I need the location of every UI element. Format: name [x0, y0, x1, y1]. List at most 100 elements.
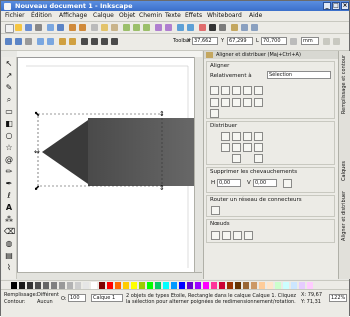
distribute-center-h-icon[interactable] [232, 132, 241, 141]
lock-ratio-icon[interactable] [290, 38, 297, 45]
lower-to-bottom-icon[interactable] [111, 38, 118, 45]
randomize-icon[interactable] [232, 154, 241, 163]
palette-swatch[interactable] [283, 282, 289, 289]
3d-box-tool-icon[interactable]: ◧ [4, 119, 14, 129]
palette-swatch[interactable] [155, 282, 161, 289]
palette-swatch[interactable] [243, 282, 249, 289]
zoom-drawing-icon[interactable] [133, 24, 140, 31]
nodes-distribute-v-icon[interactable] [244, 231, 253, 240]
align-distribute-icon[interactable] [231, 24, 238, 31]
palette-swatch[interactable] [107, 282, 113, 289]
palette-swatch[interactable] [123, 282, 129, 289]
undo-icon[interactable] [69, 24, 76, 31]
menu-chemin[interactable]: Chemin [139, 12, 162, 19]
distribute-right-icon[interactable] [243, 132, 252, 141]
close-icon[interactable]: × [341, 2, 349, 10]
flip-vertical-icon[interactable] [69, 38, 76, 45]
align-bottom-edges-icon[interactable] [210, 98, 219, 107]
print-icon[interactable] [35, 24, 42, 31]
y-field[interactable]: 67,299 [227, 37, 253, 45]
palette-swatch[interactable] [171, 282, 177, 289]
distribute-center-v-icon[interactable] [232, 143, 241, 152]
rotate-ccw-icon[interactable] [37, 38, 44, 45]
cut-icon[interactable] [101, 24, 108, 31]
copy-icon[interactable] [91, 24, 98, 31]
relative-select[interactable]: Sélection [267, 71, 331, 79]
zoom-tool-icon[interactable]: ⌕ [4, 95, 14, 105]
handle-sw-icon[interactable]: ⬋ [34, 184, 40, 192]
w-field[interactable]: 70,700 [261, 37, 287, 45]
nodes-distribute-h-icon[interactable] [233, 231, 242, 240]
select-all-layers-icon[interactable] [15, 38, 22, 45]
star-tool-icon[interactable]: ☆ [4, 143, 14, 153]
open-folder-icon[interactable] [15, 24, 22, 31]
fill-stroke-icon[interactable] [199, 24, 206, 31]
align-right-edges-icon[interactable] [254, 86, 263, 95]
distribute-gaps-v-icon[interactable] [254, 143, 263, 152]
scale-stroke-icon[interactable] [323, 38, 330, 45]
redo-icon[interactable] [79, 24, 86, 31]
pen-tool-icon[interactable]: ✒ [4, 179, 14, 189]
palette-swatch[interactable] [259, 282, 265, 289]
text-tool-icon[interactable]: A [4, 203, 14, 213]
handle-n-icon[interactable]: ⇕ [159, 110, 165, 118]
palette-swatch[interactable] [19, 282, 25, 289]
spray-tool-icon[interactable]: ⁂ [4, 215, 14, 225]
x-field[interactable]: 37,662 [192, 37, 218, 45]
raise-icon[interactable] [91, 38, 98, 45]
gradient-tool-icon[interactable]: ▤ [4, 251, 14, 261]
unclump-icon[interactable] [254, 154, 263, 163]
palette-swatch[interactable] [43, 282, 49, 289]
paint-bucket-tool-icon[interactable]: ◍ [4, 239, 14, 249]
spiral-tool-icon[interactable]: @ [4, 155, 14, 165]
palette-swatch[interactable] [27, 282, 33, 289]
palette-swatch[interactable] [51, 282, 57, 289]
overlap-v-field[interactable]: 0,00 [253, 179, 277, 187]
palette-swatch[interactable] [275, 282, 281, 289]
palette-swatch[interactable] [235, 282, 241, 289]
select-all-icon[interactable] [5, 38, 12, 45]
palette-swatch[interactable] [251, 282, 257, 289]
rectangle-tool-icon[interactable]: ▭ [4, 107, 14, 117]
preferences-icon[interactable] [241, 24, 248, 31]
palette-swatch[interactable] [267, 282, 273, 289]
palette-swatch[interactable] [131, 282, 137, 289]
palette-swatch[interactable] [139, 282, 145, 289]
paste-icon[interactable] [111, 24, 118, 31]
layer-select[interactable]: Calque 1 [91, 294, 123, 302]
zoom-selection-icon[interactable] [123, 24, 130, 31]
palette-swatch[interactable] [227, 282, 233, 289]
align-top-edges-icon[interactable] [254, 98, 263, 107]
nodes-align-top-icon[interactable] [222, 231, 231, 240]
palette-swatch[interactable] [59, 282, 65, 289]
palette-swatch[interactable] [11, 282, 17, 289]
export-icon[interactable] [57, 24, 64, 31]
drawing-canvas[interactable]: ⬉ ⇕ ⇔ ⬋ ⇕ [17, 57, 203, 279]
lower-icon[interactable] [101, 38, 108, 45]
center-horizontal-axis-icon[interactable] [232, 98, 241, 107]
ellipse-tool-icon[interactable]: ○ [4, 131, 14, 141]
palette-swatch[interactable] [299, 282, 305, 289]
scale-corners-icon[interactable] [333, 38, 340, 45]
palette-swatch[interactable] [35, 282, 41, 289]
menu-texte[interactable]: Texte [165, 12, 181, 19]
flip-horizontal-icon[interactable] [59, 38, 66, 45]
palette-swatch[interactable] [211, 282, 217, 289]
align-left-sides-icon[interactable] [221, 86, 230, 95]
group-icon[interactable] [177, 24, 184, 31]
menu-whiteboard[interactable]: Whiteboard [207, 12, 242, 19]
palette-swatch[interactable] [187, 282, 193, 289]
minimize-icon[interactable]: _ [323, 2, 331, 10]
palette-swatch[interactable] [291, 282, 297, 289]
menu-calque[interactable]: Calque [93, 12, 114, 19]
duplicate-icon[interactable] [155, 24, 162, 31]
zoom-field[interactable]: 122% [329, 294, 347, 302]
palette-swatch[interactable] [99, 282, 105, 289]
save-icon[interactable] [25, 24, 32, 31]
eraser-tool-icon[interactable]: ⌫ [4, 227, 15, 237]
maximize-icon[interactable]: □ [332, 2, 340, 10]
import-icon[interactable] [47, 24, 54, 31]
new-document-icon[interactable] [5, 24, 14, 33]
palette-swatch[interactable] [179, 282, 185, 289]
align-tops-icon[interactable] [221, 98, 230, 107]
